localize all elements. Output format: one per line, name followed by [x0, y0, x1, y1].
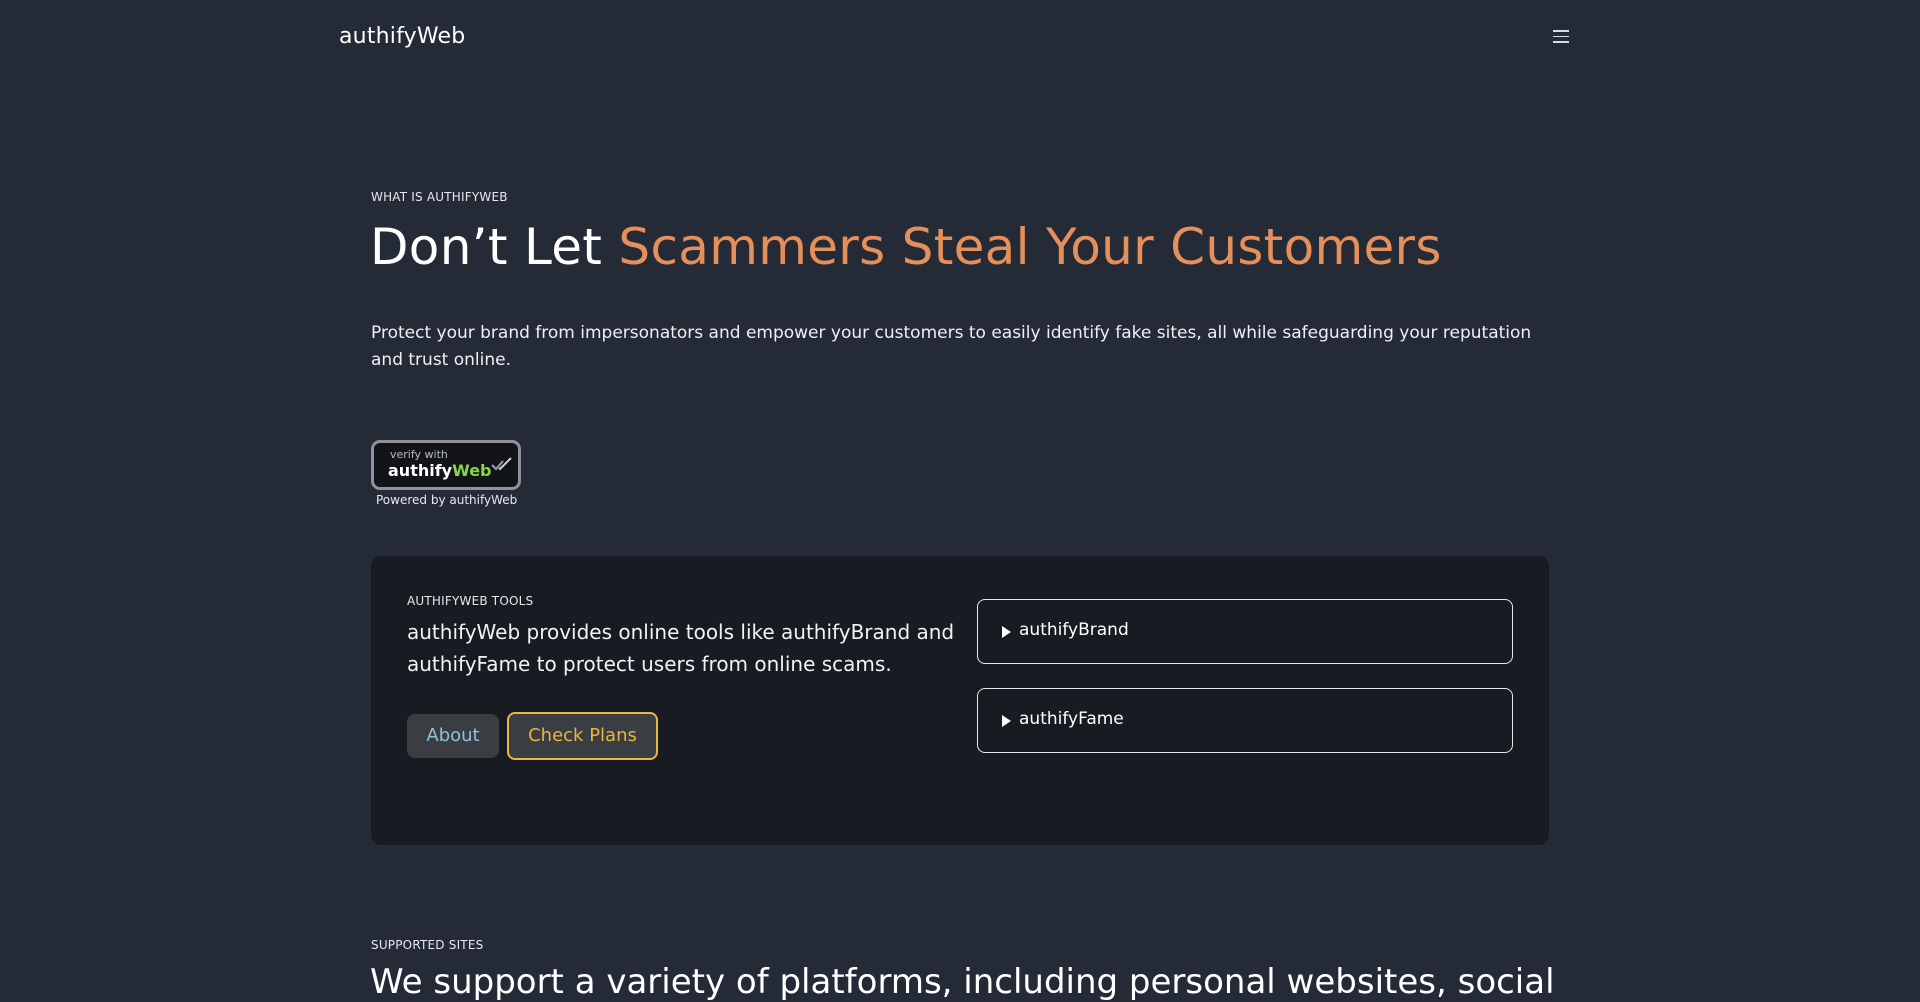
brand-logo-text[interactable]: authifyWeb — [339, 24, 465, 49]
hero-title-accent: Scammers Steal Your Customers — [618, 218, 1442, 276]
hero-title: Don’t Let Scammers Steal Your Customers — [370, 218, 1442, 276]
accordion-authifybrand[interactable]: authifyBrand — [977, 599, 1513, 664]
double-check-icon — [491, 457, 512, 471]
badge-brand-plain: authify — [388, 461, 453, 480]
accordion-authifyfame[interactable]: authifyFame — [977, 688, 1513, 753]
about-button[interactable]: About — [407, 714, 499, 758]
hamburger-menu-icon[interactable] — [1551, 30, 1571, 50]
check-plans-button[interactable]: Check Plans — [507, 712, 658, 760]
accordion-label: authifyFame — [1019, 709, 1124, 729]
hero-eyebrow: WHAT IS AUTHIFYWEB — [371, 190, 508, 204]
top-nav: authifyWeb — [0, 0, 1920, 80]
tools-eyebrow: AUTHIFYWEB TOOLS — [407, 594, 534, 608]
disclosure-triangle-icon — [1002, 715, 1011, 727]
badge-brand: authifyWeb — [388, 461, 492, 480]
supported-eyebrow: SUPPORTED SITES — [371, 938, 484, 952]
tools-card: AUTHIFYWEB TOOLS authifyWeb provides onl… — [371, 556, 1549, 845]
disclosure-triangle-icon — [1002, 626, 1011, 638]
hero-description: Protect your brand from impersonators an… — [371, 323, 1532, 370]
hero-title-plain: Don’t Let — [370, 218, 619, 276]
badge-brand-accent: Web — [452, 461, 492, 480]
verify-badge[interactable]: verify with authifyWeb — [371, 440, 521, 490]
supported-title: We support a variety of platforms, inclu… — [370, 962, 1555, 1002]
badge-small-text: verify with — [390, 448, 448, 461]
accordion-label: authifyBrand — [1019, 620, 1129, 640]
powered-by-text: Powered by authifyWeb — [376, 493, 518, 507]
tools-description: authifyWeb provides online tools like au… — [407, 620, 955, 676]
